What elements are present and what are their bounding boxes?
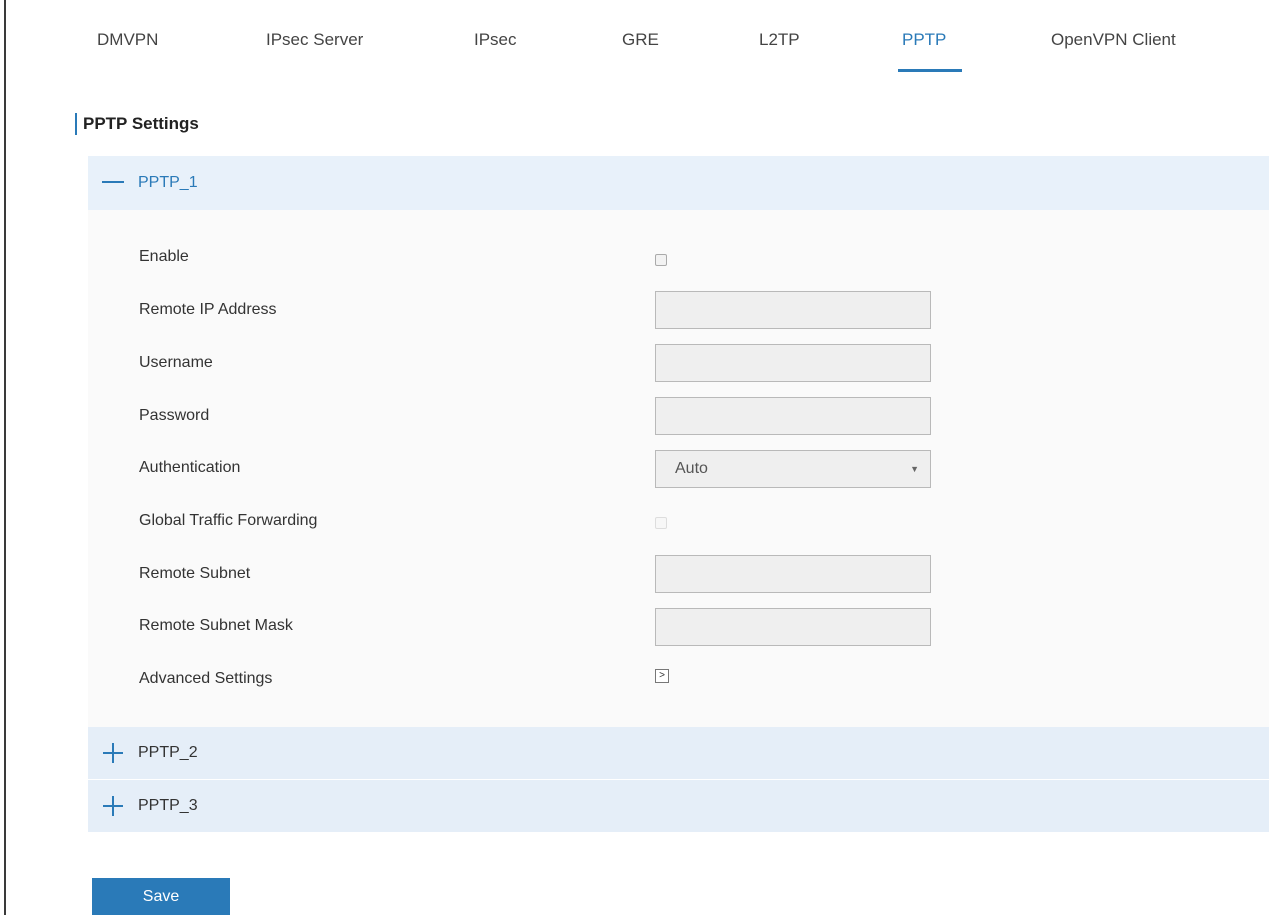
global-traffic-checkbox[interactable] bbox=[655, 517, 667, 529]
active-tab-indicator bbox=[898, 69, 962, 72]
tab-ipsec[interactable]: IPsec bbox=[474, 30, 517, 50]
tab-l2tp[interactable]: L2TP bbox=[759, 30, 800, 50]
collapse-minus-icon[interactable] bbox=[100, 169, 126, 195]
expand-plus-icon[interactable] bbox=[100, 793, 126, 819]
password-input[interactable] bbox=[655, 397, 931, 435]
enable-label: Enable bbox=[139, 248, 189, 265]
section-title: PPTP Settings bbox=[75, 113, 199, 135]
tab-pptp[interactable]: PPTP bbox=[902, 30, 946, 50]
accordion-pptp-3-header[interactable]: PPTP_3 bbox=[88, 780, 1269, 832]
save-button[interactable]: Save bbox=[92, 878, 230, 915]
tab-bar: DMVPN IPsec Server IPsec GRE L2TP PPTP O… bbox=[0, 0, 1269, 80]
left-border bbox=[4, 0, 6, 915]
advanced-settings-label: Advanced Settings bbox=[139, 670, 273, 687]
expand-right-icon[interactable]: > bbox=[655, 669, 669, 683]
tab-gre[interactable]: GRE bbox=[622, 30, 659, 50]
tab-dmvpn[interactable]: DMVPN bbox=[97, 30, 158, 50]
remote-subnet-mask-label: Remote Subnet Mask bbox=[139, 617, 293, 634]
remote-subnet-input[interactable] bbox=[655, 555, 931, 593]
pptp-1-form: Enable Remote IP Address Username Passwo… bbox=[88, 210, 1269, 727]
authentication-label: Authentication bbox=[139, 459, 241, 476]
enable-checkbox[interactable] bbox=[655, 254, 667, 266]
tab-openvpn-client[interactable]: OpenVPN Client bbox=[1051, 30, 1176, 50]
dropdown-caret-icon: ▼ bbox=[910, 464, 919, 474]
remote-ip-label: Remote IP Address bbox=[139, 301, 277, 318]
expand-plus-icon[interactable] bbox=[100, 740, 126, 766]
remote-ip-input[interactable] bbox=[655, 291, 931, 329]
accordion-title: PPTP_1 bbox=[138, 174, 198, 191]
username-label: Username bbox=[139, 354, 213, 371]
authentication-select[interactable]: Auto ▼ bbox=[655, 450, 931, 488]
accordion-title: PPTP_3 bbox=[138, 797, 198, 814]
password-label: Password bbox=[139, 407, 210, 424]
tab-ipsec-server[interactable]: IPsec Server bbox=[266, 30, 363, 50]
global-traffic-label: Global Traffic Forwarding bbox=[139, 512, 318, 529]
authentication-value: Auto bbox=[675, 460, 708, 477]
username-input[interactable] bbox=[655, 344, 931, 382]
accordion-title: PPTP_2 bbox=[138, 744, 198, 761]
accordion-pptp-1-header[interactable]: PPTP_1 bbox=[88, 156, 1269, 210]
remote-subnet-label: Remote Subnet bbox=[139, 565, 251, 582]
remote-subnet-mask-input[interactable] bbox=[655, 608, 931, 646]
accordion-pptp-2-header[interactable]: PPTP_2 bbox=[88, 727, 1269, 779]
